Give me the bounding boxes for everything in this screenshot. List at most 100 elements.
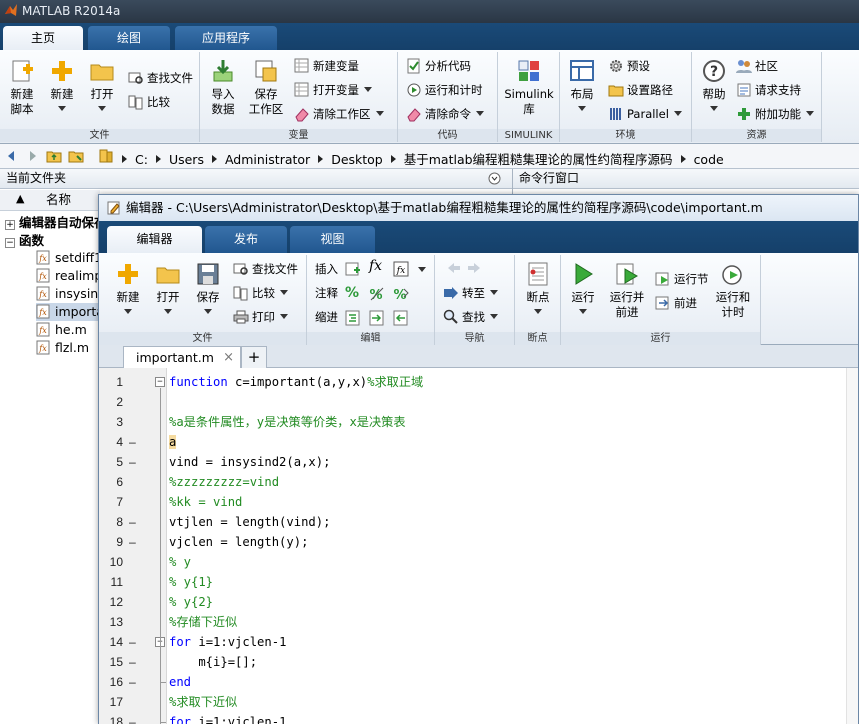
code-line[interactable]: 17 %求取下近似 bbox=[99, 692, 858, 712]
line-number[interactable]: 17 bbox=[99, 692, 123, 712]
crumb-drive[interactable]: C: bbox=[135, 152, 148, 167]
expand-icon[interactable]: + bbox=[5, 220, 15, 230]
tab-editor[interactable]: 编辑器 bbox=[107, 226, 202, 253]
list-item-selected[interactable]: fximportant.m bbox=[36, 303, 106, 321]
code-editor[interactable]: 1 − function c=important(a,y,x)%求取正域 2 3 %a是条… bbox=[99, 368, 858, 724]
open-button[interactable]: 打开 bbox=[84, 58, 120, 117]
new-script-button[interactable]: 新建 脚本 bbox=[4, 58, 40, 117]
breakpoint-marker[interactable]: – bbox=[129, 512, 136, 532]
list-item[interactable]: fx setdiff1 bbox=[36, 249, 106, 267]
browse-folder-icon[interactable] bbox=[68, 148, 84, 164]
new-variable-button[interactable]: 新建变量 bbox=[294, 56, 359, 76]
line-number[interactable]: 6 bbox=[99, 472, 123, 492]
import-data-button[interactable]: 导入 数据 bbox=[204, 58, 242, 117]
save-workspace-button[interactable]: 保存 工作区 bbox=[246, 58, 286, 117]
crumb-administrator[interactable]: Administrator bbox=[225, 152, 310, 167]
fold-toggle-icon[interactable]: − bbox=[155, 377, 165, 387]
code-line[interactable]: 18– for i=1:vjclen-1 bbox=[99, 712, 858, 724]
breakpoint-marker[interactable]: – bbox=[129, 632, 136, 652]
back-arrow-icon[interactable] bbox=[4, 148, 20, 164]
find-button[interactable]: 查找 bbox=[443, 307, 498, 327]
insert-section-icon[interactable] bbox=[345, 261, 361, 277]
breakpoint-marker[interactable]: – bbox=[129, 532, 136, 552]
breakpoint-marker[interactable]: – bbox=[129, 672, 136, 692]
code-line[interactable]: 6 %zzzzzzzzz=vind bbox=[99, 472, 858, 492]
uncomment-icon[interactable]: % bbox=[369, 286, 385, 302]
code-line[interactable]: 12 % y{2} bbox=[99, 592, 858, 612]
insert-function-icon[interactable]: fx bbox=[369, 258, 382, 274]
doc-tab-important[interactable]: important.m × bbox=[123, 346, 241, 368]
tab-plots[interactable]: 绘图 bbox=[88, 26, 170, 50]
decrease-indent-icon[interactable] bbox=[393, 310, 409, 326]
clear-workspace-button[interactable]: 清除工作区 bbox=[294, 104, 384, 124]
run-section-button[interactable]: 运行节 bbox=[655, 269, 709, 289]
new-tab-icon[interactable]: + bbox=[241, 346, 267, 368]
line-number[interactable]: 8 bbox=[99, 512, 123, 532]
nav-back-icon[interactable] bbox=[445, 261, 461, 275]
line-number[interactable]: 16 bbox=[99, 672, 123, 692]
advance-button[interactable]: 前进 bbox=[655, 293, 697, 313]
preferences-button[interactable]: 预设 bbox=[608, 56, 650, 76]
crumb-users[interactable]: Users bbox=[169, 152, 204, 167]
line-number[interactable]: 2 bbox=[99, 392, 123, 412]
code-line[interactable]: 5– vind = insysind2(a,x); bbox=[99, 452, 858, 472]
list-item[interactable]: fx he.m bbox=[36, 321, 106, 339]
code-line[interactable]: 16– end bbox=[99, 672, 858, 692]
new-button[interactable]: 新建 bbox=[44, 58, 80, 117]
breakpoint-marker[interactable]: – bbox=[129, 712, 136, 724]
addons-button[interactable]: 附加功能 bbox=[736, 104, 814, 124]
line-number[interactable]: 15 bbox=[99, 652, 123, 672]
line-number[interactable]: 4 bbox=[99, 432, 123, 452]
editor-print-button[interactable]: 打印 bbox=[233, 307, 288, 327]
list-item[interactable]: fx realimp bbox=[36, 267, 106, 285]
line-number[interactable]: 7 bbox=[99, 492, 123, 512]
analyze-code-button[interactable]: 分析代码 bbox=[406, 56, 471, 76]
clear-commands-button[interactable]: 清除命令 bbox=[406, 104, 484, 124]
code-line[interactable]: 11 % y{1} bbox=[99, 572, 858, 592]
tree-node-autosave[interactable]: + 编辑器自动保存 bbox=[0, 214, 107, 231]
code-line[interactable]: 8– vtjlen = length(vind); bbox=[99, 512, 858, 532]
tab-home[interactable]: 主页 bbox=[3, 26, 83, 50]
comment-button[interactable]: 注释 bbox=[315, 283, 338, 303]
line-number[interactable]: 9 bbox=[99, 532, 123, 552]
comment-percent-icon[interactable]: % bbox=[345, 285, 359, 301]
line-number[interactable]: 3 bbox=[99, 412, 123, 432]
editor-open-button[interactable]: 打开 bbox=[151, 261, 185, 320]
code-line[interactable]: 9– vjclen = length(y); bbox=[99, 532, 858, 552]
parallel-button[interactable]: Parallel bbox=[608, 104, 682, 124]
editor-compare-button[interactable]: 比较 bbox=[233, 283, 288, 303]
name-column-header[interactable]: ▲ 名称 bbox=[0, 190, 100, 211]
close-tab-icon[interactable]: × bbox=[223, 347, 234, 368]
code-line[interactable]: 15– m{i}=[]; bbox=[99, 652, 858, 672]
tab-publish[interactable]: 发布 bbox=[205, 226, 287, 253]
line-number[interactable]: 14 bbox=[99, 632, 123, 652]
indent-button[interactable]: 缩进 bbox=[315, 307, 338, 327]
open-variable-button[interactable]: 打开变量 bbox=[294, 80, 372, 100]
breadcrumb[interactable]: C: Users Administrator Desktop 基于matlab编程粗糙集… bbox=[122, 149, 728, 168]
code-line[interactable]: 4– a bbox=[99, 432, 858, 452]
code-line[interactable]: 10 % y bbox=[99, 552, 858, 572]
nav-forward-icon[interactable] bbox=[467, 261, 483, 275]
code-line[interactable]: 1 − function c=important(a,y,x)%求取正域 bbox=[99, 372, 858, 392]
wrap-comments-icon[interactable]: % bbox=[393, 286, 409, 302]
crumb-project-folder[interactable]: 基于matlab编程粗糙集理论的属性约简程序源码 bbox=[404, 152, 673, 167]
list-item[interactable]: fx flzl.m bbox=[36, 339, 106, 357]
smart-indent-icon[interactable] bbox=[345, 310, 361, 326]
set-path-button[interactable]: 设置路径 bbox=[608, 80, 673, 100]
simulink-library-button[interactable]: Simulink 库 bbox=[502, 58, 556, 117]
breakpoint-marker[interactable]: – bbox=[129, 652, 136, 672]
collapse-icon[interactable]: − bbox=[5, 238, 15, 248]
layout-button[interactable]: 布局 bbox=[564, 58, 600, 117]
tree-node-functions[interactable]: − 函数 bbox=[0, 232, 44, 249]
line-number[interactable]: 18 bbox=[99, 712, 123, 724]
community-button[interactable]: 社区 bbox=[736, 56, 778, 76]
line-number[interactable]: 13 bbox=[99, 612, 123, 632]
crumb-code[interactable]: code bbox=[694, 152, 724, 167]
function-browser-icon[interactable]: fx bbox=[393, 261, 409, 277]
tab-apps[interactable]: 应用程序 bbox=[175, 26, 277, 50]
code-line[interactable]: 2 bbox=[99, 392, 858, 412]
code-line[interactable]: 3 %a是条件属性，y是决策等价类，x是决策表 bbox=[99, 412, 858, 432]
code-line[interactable]: 7 %kk = vind bbox=[99, 492, 858, 512]
crumb-desktop[interactable]: Desktop bbox=[331, 152, 383, 167]
request-support-button[interactable]: 请求支持 bbox=[736, 80, 801, 100]
